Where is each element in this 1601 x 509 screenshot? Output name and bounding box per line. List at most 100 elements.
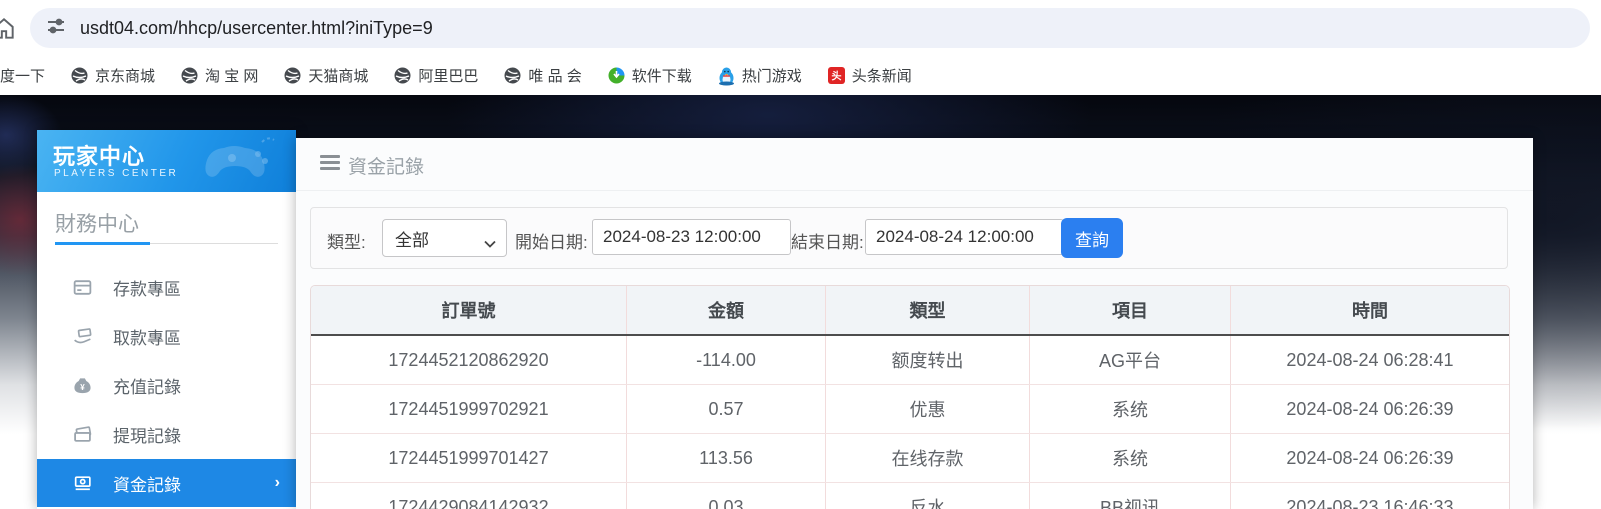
- type-label: 類型:: [327, 233, 366, 252]
- bookmark-item[interactable]: 阿里巴巴: [394, 65, 478, 86]
- banknote-icon: [71, 472, 93, 494]
- download-favicon-icon: [608, 67, 625, 84]
- table-cell: 1724452120862920: [311, 336, 627, 384]
- table-cell: 额度转出: [826, 336, 1030, 384]
- bookmark-item[interactable]: 度一下: [0, 65, 45, 86]
- table-cell: -114.00: [627, 336, 826, 384]
- address-bar[interactable]: usdt04.com/hhcp/usercenter.html?iniType=…: [30, 8, 1590, 48]
- table-row: 1724452120862920 -114.00 额度转出 AG平台 2024-08-2…: [311, 336, 1509, 385]
- bookmark-label: 京东商城: [95, 68, 156, 85]
- filter-bar: 類型: 全部 開始日期: 結束日期: 查詢: [310, 207, 1508, 269]
- browser-window: usdt04.com/hhcp/usercenter.html?iniType=…: [0, 0, 1601, 509]
- bookmark-item[interactable]: 头头条新闻: [827, 65, 912, 86]
- gamepad-icon: [202, 134, 288, 192]
- globe-favicon-icon: [284, 67, 301, 84]
- table-cell: 在线存款: [826, 434, 1030, 482]
- table-cell: 0.57: [627, 385, 826, 433]
- bookmark-label: 热门游戏: [741, 68, 802, 85]
- table-cell: 1724429084142932: [311, 483, 627, 509]
- table-cell: 1724451999701427: [311, 434, 627, 482]
- menu-toggle-icon[interactable]: [320, 155, 340, 173]
- type-select-value: 全部: [395, 230, 429, 250]
- penguin-favicon-icon: [718, 67, 735, 86]
- sidebar-header: 玩家中心 PLAYERS CENTER: [37, 130, 296, 192]
- table-cell: 2024-08-24 06:28:41: [1286, 349, 1454, 370]
- bookmark-label: 软件下载: [631, 68, 692, 85]
- main-panel: 資金記錄 類型: 全部 開始日期: 結束日期: 查詢 訂單號: [296, 138, 1533, 509]
- type-select[interactable]: 全部: [382, 219, 507, 257]
- sidebar-item-label: 取款專區: [113, 329, 181, 348]
- url-text: usdt04.com/hhcp/usercenter.html?iniType=…: [80, 17, 433, 38]
- panel-header: 資金記錄: [296, 138, 1533, 191]
- toutiao-favicon-icon: 头: [827, 67, 845, 84]
- bookmark-label: 天猫商城: [308, 68, 369, 85]
- sidebar-item-label: 資金記錄: [113, 475, 181, 495]
- table-cell: 1724451999702921: [311, 385, 627, 433]
- column-header: 金額: [627, 286, 826, 334]
- table-header-row: 訂單號 金額 類型 項目 時間: [311, 286, 1509, 336]
- sidebar-item-money-bag[interactable]: ¥充值記錄›: [37, 361, 296, 410]
- table-row: 1724429084142932 0.03 反水 BB视讯 2024-08-23 16:…: [311, 483, 1509, 509]
- sidebar-item-label: 存款專區: [113, 280, 181, 299]
- start-date-input[interactable]: [592, 219, 791, 255]
- table-row: 1724451999702921 0.57 优惠 系统 2024-08-24 06:26…: [311, 385, 1509, 434]
- end-date-input[interactable]: [865, 219, 1064, 255]
- column-header: 時間: [1352, 301, 1388, 321]
- table-cell: BB视讯: [1030, 483, 1231, 509]
- table-cell: AG平台: [1030, 336, 1231, 384]
- globe-favicon-icon: [181, 67, 198, 84]
- column-header: 訂單號: [311, 286, 627, 334]
- end-date-label: 結束日期:: [791, 233, 864, 252]
- bookmark-item[interactable]: 唯 品 会: [504, 65, 582, 86]
- sidebar-title: 玩家中心: [53, 144, 146, 169]
- page-background: 玩家中心 PLAYERS CENTER 財務中心 存款專區›取款專區›¥充值記錄…: [0, 95, 1601, 509]
- query-button[interactable]: 查詢: [1061, 218, 1123, 258]
- table-cell: 优惠: [826, 385, 1030, 433]
- home-icon[interactable]: [0, 16, 17, 47]
- bookmark-label: 阿里巴巴: [418, 68, 479, 85]
- browser-chrome: usdt04.com/hhcp/usercenter.html?iniType=…: [0, 0, 1601, 56]
- bookmark-item[interactable]: 京东商城: [71, 65, 155, 86]
- bookmark-label: 度一下: [0, 68, 46, 85]
- sidebar-menu: 存款專區›取款專區› ¥ 充值記錄 › 提現記錄›資金記錄 ›: [37, 263, 296, 507]
- sidebar-item-deposit-card[interactable]: 存款專區›: [37, 263, 296, 312]
- bookmark-label: 唯 品 会: [528, 68, 582, 85]
- bookmark-label: 头条新闻: [851, 68, 912, 85]
- column-header: 項目: [1030, 286, 1231, 334]
- section-underline: [55, 242, 278, 245]
- bookmark-item[interactable]: 天猫商城: [284, 65, 368, 86]
- bookmark-item[interactable]: 软件下载: [608, 65, 692, 86]
- bookmark-item[interactable]: 热门游戏: [718, 65, 802, 86]
- sidebar-section-title: 財務中心: [55, 213, 139, 236]
- globe-favicon-icon: [71, 67, 88, 84]
- deposit-card-icon: [71, 277, 93, 299]
- sidebar: 玩家中心 PLAYERS CENTER 財務中心 存款專區›取款專區›¥充值記錄…: [37, 130, 296, 509]
- site-settings-icon[interactable]: [46, 16, 66, 41]
- page-title: 資金記錄: [348, 157, 425, 178]
- table-row: 1724451999701427 113.56 在线存款 系统 2024-08-24 0…: [311, 434, 1509, 483]
- bookmarks-bar: 度一下 京东商城 淘 宝 网 天猫商城 阿里巴巴 唯 品 会 软件下载 热门游戏 头头条新闻: [0, 56, 1601, 95]
- table-cell: 系统: [1030, 434, 1231, 482]
- sidebar-item-wallet[interactable]: 提現記錄›: [37, 410, 296, 459]
- wallet-icon: [71, 424, 93, 446]
- svg-text:¥: ¥: [80, 383, 85, 392]
- sidebar-item-banknote[interactable]: 資金記錄 ›: [37, 459, 296, 507]
- chevron-right-icon: ›: [274, 474, 280, 491]
- globe-favicon-icon: [504, 67, 521, 84]
- table-cell: 113.56: [627, 434, 826, 482]
- records-table: 訂單號 金額 類型 項目 時間 1724452120862920 -114.00 额度转出 AG…: [310, 285, 1510, 509]
- sidebar-item-label: 充值記錄: [113, 378, 181, 397]
- money-bag-icon: ¥: [71, 375, 93, 397]
- table-cell: 2024-08-24 06:26:39: [1286, 398, 1454, 419]
- sidebar-subtitle: PLAYERS CENTER: [54, 168, 179, 179]
- withdraw-hand-icon: [71, 326, 93, 348]
- column-header: 類型: [826, 286, 1030, 334]
- bookmark-item[interactable]: 淘 宝 网: [181, 65, 258, 86]
- table-cell: 系统: [1030, 385, 1231, 433]
- globe-favicon-icon: [394, 67, 411, 84]
- table-cell: 反水: [826, 483, 1030, 509]
- table-cell: 2024-08-23 16:46:33: [1286, 496, 1454, 509]
- sidebar-item-withdraw-hand[interactable]: 取款專區›: [37, 312, 296, 361]
- svg-text:头: 头: [831, 70, 841, 83]
- table-cell: 2024-08-24 06:26:39: [1286, 447, 1454, 468]
